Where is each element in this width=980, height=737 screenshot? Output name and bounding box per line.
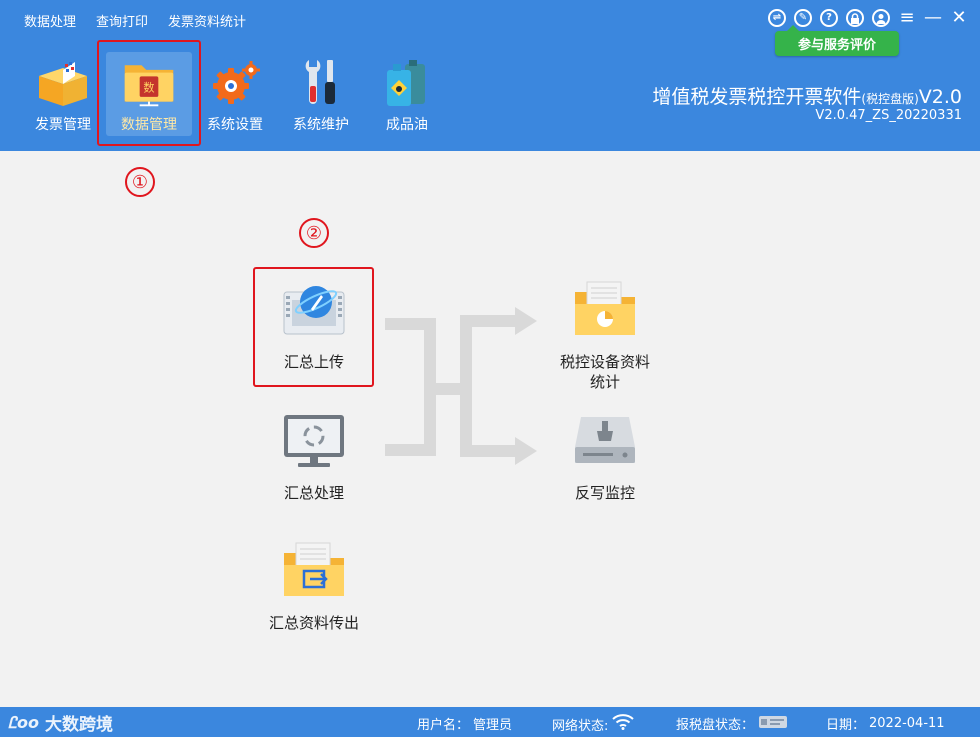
swap-icon[interactable]: ⇌ — [768, 9, 786, 27]
toolbar-label: 成品油 — [386, 117, 428, 133]
wifi-icon — [612, 714, 635, 734]
highlight-box-summary-upload — [253, 267, 374, 387]
toolbar-invoice-management[interactable]: 发票管理 — [20, 52, 106, 136]
main-content: ① ② 汇总上传 汇总处理 汇总资料传出 税控设备资料 统计 反写监控 — [0, 151, 980, 707]
menu-query-print[interactable]: 查询打印 — [96, 11, 148, 30]
flow-arrows — [385, 307, 537, 465]
menu-bar: 数据处理 查询打印 发票资料统计 — [24, 11, 246, 30]
status-date-label: 日期： — [826, 718, 866, 733]
app-version: V2.0.47_ZS_20220331 — [815, 108, 962, 123]
menu-icon[interactable]: ≡ — [898, 9, 916, 27]
status-user: 用户名： 管理员 — [417, 714, 512, 733]
app-title-version: V2.0 — [918, 86, 962, 108]
toolbar-label: 发票管理 — [35, 117, 91, 133]
status-bar: Ꮭoo 大数跨境 用户名： 管理员 网络状态: 报税盘状态： 日期： 2022-… — [0, 707, 980, 737]
function-label-line1: 税控设备资料 — [559, 353, 650, 371]
toolbar-refined-oil[interactable]: 成品油 — [364, 52, 450, 136]
menu-data-processing[interactable]: 数据处理 — [24, 11, 76, 30]
function-label: 汇总资料传出 — [268, 614, 359, 632]
step-marker-2: ② — [299, 218, 329, 248]
gears-icon — [207, 56, 263, 108]
function-writeback-monitor[interactable]: 反写监控 — [545, 409, 665, 503]
oil-can-icon — [379, 56, 435, 108]
help-icon[interactable]: ? — [820, 9, 838, 27]
menu-invoice-stats[interactable]: 发票资料统计 — [168, 11, 246, 30]
status-user-value: 管理员 — [473, 718, 513, 733]
function-label: 汇总处理 — [283, 484, 344, 502]
invoice-box-icon — [35, 56, 91, 108]
toolbar-label: 系统维护 — [293, 117, 349, 133]
status-disk-label: 报税盘状态： — [676, 718, 755, 733]
tax-disk-icon — [758, 715, 788, 733]
function-summary-export[interactable]: 汇总资料传出 — [254, 539, 374, 633]
function-label: 反写监控 — [574, 484, 635, 502]
toolbar-system-settings[interactable]: 系统设置 — [192, 52, 278, 136]
monitor-refresh-icon — [278, 409, 350, 473]
function-device-stats[interactable]: 税控设备资料 统计 — [545, 278, 665, 392]
user-icon[interactable] — [872, 9, 890, 27]
brand-logo-text: 大数跨境 — [45, 715, 114, 735]
status-tax-disk: 报税盘状态： — [676, 714, 788, 733]
main-toolbar: 发票管理 数 数据管理 系统设置 系统维护 成品油 — [20, 52, 450, 136]
function-summary-process[interactable]: 汇总处理 — [254, 409, 374, 503]
brand-logo-icon: Ꮭoo — [8, 712, 40, 732]
tools-icon — [293, 56, 349, 108]
lock-icon[interactable] — [846, 9, 864, 27]
status-network-label: 网络状态: — [552, 718, 609, 734]
toolbar-system-maintenance[interactable]: 系统维护 — [278, 52, 364, 136]
status-network: 网络状态: — [552, 714, 635, 734]
app-header: 数据处理 查询打印 发票资料统计 ⇌ ✎ ? ≡ — ✕ 参与服务评价 发票管理… — [0, 0, 980, 151]
app-title: 增值税发票税控开票软件(税控盘版)V2.0 — [652, 82, 962, 109]
status-user-label: 用户名： — [417, 718, 470, 733]
folder-export-icon — [278, 539, 350, 603]
app-title-main: 增值税发票税控开票软件 — [652, 86, 862, 108]
brand-logo: Ꮭoo 大数跨境 — [8, 710, 114, 736]
status-date: 日期： 2022-04-11 — [826, 714, 945, 733]
step-marker-1: ① — [125, 167, 155, 197]
app-title-suffix: (税控盘版) — [861, 92, 919, 106]
minimize-icon[interactable]: — — [924, 9, 942, 27]
folder-chart-icon — [569, 278, 641, 342]
service-evaluation-button[interactable]: 参与服务评价 — [775, 25, 899, 56]
close-icon[interactable]: ✕ — [950, 9, 968, 27]
status-date-value: 2022-04-11 — [869, 716, 945, 731]
disk-broom-icon — [569, 409, 641, 473]
highlight-box-data-management — [97, 40, 201, 146]
function-label-line2: 统计 — [589, 373, 620, 391]
function-label: 税控设备资料 统计 — [560, 352, 650, 392]
toolbar-label: 系统设置 — [207, 117, 263, 133]
